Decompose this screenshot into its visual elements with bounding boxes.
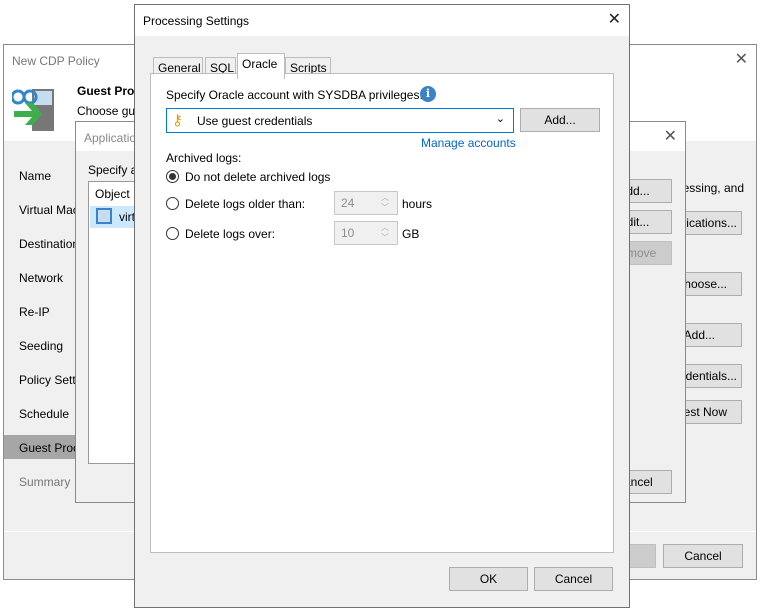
account-value: Use guest credentials <box>197 114 313 128</box>
close-icon[interactable]: ✕ <box>735 49 748 69</box>
tab-oracle[interactable]: Oracle <box>237 53 285 79</box>
radio-do-not-delete[interactable] <box>166 170 179 183</box>
cancel-button[interactable]: Cancel <box>534 567 613 591</box>
close-icon[interactable]: ✕ <box>664 126 677 146</box>
hours-stepper[interactable]: 24 ︿ ﹀ <box>334 191 398 215</box>
add-account-button[interactable]: Add... <box>520 108 600 132</box>
account-label: Specify Oracle account with SYSDBA privi… <box>166 88 423 102</box>
gb-stepper[interactable]: 10 ︿ ﹀ <box>334 221 398 245</box>
step-seeding[interactable]: Seeding <box>19 339 63 353</box>
stepper-arrows-icon[interactable]: ︿ ﹀ <box>381 193 389 213</box>
option-do-not-delete[interactable]: Do not delete archived logs <box>185 170 330 184</box>
processing-settings-dialog: Processing Settings ✕ General SQL Oracle… <box>134 4 630 608</box>
step-re-ip[interactable]: Re-IP <box>19 305 50 319</box>
manage-accounts-link[interactable]: Manage accounts <box>421 136 516 150</box>
option-delete-over[interactable]: Delete logs over: <box>185 227 275 241</box>
step-destination[interactable]: Destination <box>19 237 79 251</box>
main-cancel-button[interactable]: Cancel <box>663 544 743 568</box>
radio-delete-over[interactable] <box>166 227 179 240</box>
dialog-title: Processing Settings <box>143 14 250 28</box>
account-select[interactable]: ⚷ Use guest credentials ⌄ <box>166 108 514 133</box>
gb-value: 10 <box>341 226 355 240</box>
step-name[interactable]: Name <box>19 169 51 183</box>
oracle-tab-panel: Specify Oracle account with SYSDBA privi… <box>150 73 614 553</box>
close-icon[interactable]: ✕ <box>608 9 621 29</box>
gb-unit: GB <box>402 227 420 241</box>
chevron-down-icon: ⌄ <box>495 113 505 125</box>
step-summary[interactable]: Summary <box>19 475 70 489</box>
column-object[interactable]: Object <box>95 187 130 201</box>
vm-icon <box>96 208 112 224</box>
step-schedule[interactable]: Schedule <box>19 407 69 421</box>
cdp-policy-icon <box>12 89 54 131</box>
window-title: New CDP Policy <box>12 54 100 68</box>
stepper-arrows-icon[interactable]: ︿ ﹀ <box>381 223 389 243</box>
ok-button[interactable]: OK <box>449 567 528 591</box>
hours-value: 24 <box>341 196 355 210</box>
key-icon: ⚷ <box>172 112 183 129</box>
radio-delete-older-than[interactable] <box>166 197 179 210</box>
step-network[interactable]: Network <box>19 271 63 285</box>
option-delete-older-than[interactable]: Delete logs older than: <box>185 197 305 211</box>
hours-unit: hours <box>402 197 433 211</box>
archived-logs-label: Archived logs: <box>166 151 242 165</box>
info-icon[interactable]: i <box>420 86 436 102</box>
